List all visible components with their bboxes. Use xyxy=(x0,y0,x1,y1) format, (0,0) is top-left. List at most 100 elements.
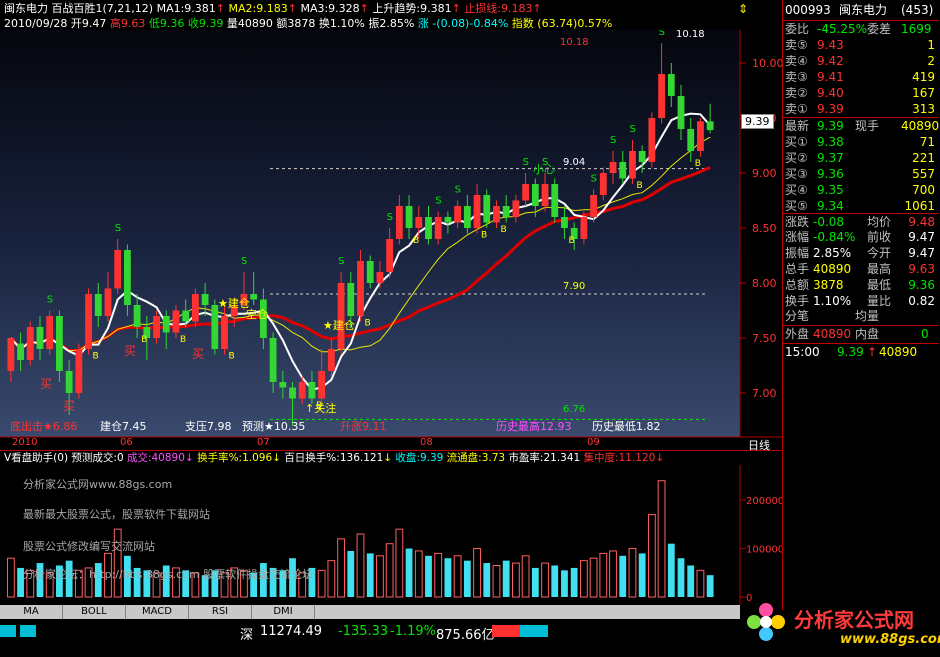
tab-boll[interactable]: BOLL xyxy=(63,605,126,619)
candle-body xyxy=(36,327,44,349)
stat-label: 量比 xyxy=(867,294,892,308)
price-tick-label: 9.00 xyxy=(752,167,777,180)
buy-signal-mark: B xyxy=(141,335,147,345)
candle-body xyxy=(580,217,588,239)
ask-label: 卖① xyxy=(785,102,808,116)
stat-label: 最低 xyxy=(867,278,892,292)
ask-label: 卖③ xyxy=(785,70,808,84)
sell-signal-mark: S xyxy=(387,212,393,223)
candle-body xyxy=(395,206,403,239)
bid-row[interactable]: 买④ 9.35 700 xyxy=(783,182,939,198)
ask-price: 9.39 xyxy=(817,102,844,116)
tab-dmi[interactable]: DMI xyxy=(252,605,315,619)
side-weibi-row: 委比 -45.25% 委差 1699 xyxy=(783,20,939,37)
index-pct-status: -1.19% xyxy=(390,624,436,639)
status-bar-meter xyxy=(492,625,548,637)
bell-icon[interactable]: ⇕ xyxy=(738,2,748,16)
price-chart[interactable]: 10.009.509.008.508.007.507.00 SSSSSSSSSS… xyxy=(0,30,782,467)
candle-body xyxy=(434,217,442,239)
ask-row[interactable]: 卖③ 9.41 419 xyxy=(783,69,939,85)
buy-signal-mark: B xyxy=(365,319,371,329)
time-label: 08 xyxy=(420,437,433,448)
bid-row[interactable]: 买② 9.37 221 xyxy=(783,150,939,166)
candle-body xyxy=(318,371,326,399)
vol-tick-label: 200000 xyxy=(746,496,782,507)
candle-body xyxy=(619,162,627,179)
market-label: 深 xyxy=(240,628,254,643)
bid-row[interactable]: 买① 9.38 71 xyxy=(783,134,939,150)
sell-signal-mark: S xyxy=(241,256,247,267)
high-value: 高9.63 xyxy=(109,17,146,30)
vol-tick-label: 100000 xyxy=(746,545,782,556)
ask-price: 9.41 xyxy=(817,70,844,84)
volume-bar xyxy=(483,563,491,597)
stat-label: 涨幅 xyxy=(785,230,810,244)
lishi-high-info: 历史最高12.93 xyxy=(496,420,572,433)
latest-value: 9.39 xyxy=(817,119,844,133)
candle-body xyxy=(366,261,374,283)
high-label-left: 10.18 xyxy=(560,37,589,48)
weicha-value: 1699 xyxy=(901,22,932,36)
stat-value: 9.47 xyxy=(908,230,935,244)
stat-label: 前收 xyxy=(867,230,892,244)
candle-body xyxy=(599,173,607,195)
price-tick-label: 10.00 xyxy=(752,57,782,70)
ask-label: 卖② xyxy=(785,86,808,100)
ask-vol: 167 xyxy=(912,86,935,100)
volume-bar xyxy=(425,555,432,597)
amount-value: 额3878 xyxy=(276,17,316,30)
candle-body xyxy=(357,261,364,316)
stat-label: 换手 xyxy=(785,294,810,308)
candle-body xyxy=(347,283,355,316)
candle-body xyxy=(279,382,287,388)
weibi-label: 委比 xyxy=(785,22,810,36)
buy-signal-mark: B xyxy=(413,236,419,246)
stats-row: 涨跌 -0.08 均价 9.48 xyxy=(783,213,939,230)
watermark-line: 最新最大股票公式，股票软件下载网站 xyxy=(23,508,210,521)
side-count: (453) xyxy=(901,3,934,17)
candle-body xyxy=(337,283,345,349)
ask-row[interactable]: 卖① 9.39 313 xyxy=(783,101,939,117)
fenbi-label[interactable]: 分笔 xyxy=(785,308,809,324)
volume-bar xyxy=(502,560,510,597)
neipan-label: 内盘 xyxy=(855,327,880,341)
buy-mark-1: 买 xyxy=(40,377,53,391)
stock-name: 闽东电力 xyxy=(4,2,48,15)
candle-body xyxy=(308,382,316,399)
stat-label: 总额 xyxy=(785,278,810,292)
bid-price: 9.35 xyxy=(817,183,844,197)
candle-body xyxy=(493,206,500,223)
candle-body xyxy=(502,206,510,217)
candle-body xyxy=(531,184,539,206)
stat-value: 9.36 xyxy=(908,278,935,292)
level-6-76: 6.76 xyxy=(563,404,586,415)
ask-row[interactable]: 卖④ 9.42 2 xyxy=(783,53,939,69)
stats-row: 振幅 2.85% 今开 9.47 xyxy=(783,245,939,261)
period-label[interactable]: 日线 xyxy=(748,437,770,453)
candle-body xyxy=(153,316,160,338)
tab-macd[interactable]: MACD xyxy=(126,605,189,619)
bid-row[interactable]: 买⑤ 9.34 1061 xyxy=(783,198,939,214)
stat-value: 9.47 xyxy=(908,246,935,260)
candle-body xyxy=(648,118,656,162)
buy-signal-mark: B xyxy=(695,159,701,169)
stat-label: 均价 xyxy=(867,215,892,229)
ask-row[interactable]: 卖② 9.40 167 xyxy=(783,85,939,101)
tick-arrow-icon: ↑ xyxy=(867,345,878,359)
level-9-04: 9.04 xyxy=(563,157,586,168)
high-label-right: 10.18 xyxy=(676,29,705,40)
stat-value: 9.48 xyxy=(908,215,935,229)
bid-row[interactable]: 买③ 9.36 557 xyxy=(783,166,939,182)
buy-signal-mark: B xyxy=(229,352,235,362)
ask-row[interactable]: 卖⑤ 9.43 1 xyxy=(783,37,939,53)
tab-ma[interactable]: MA xyxy=(0,605,63,619)
candle-body xyxy=(75,349,83,393)
candle-body xyxy=(677,96,685,129)
candle-body xyxy=(687,129,695,151)
tab-rsi[interactable]: RSI xyxy=(189,605,252,619)
buy-signal-mark: B xyxy=(93,352,99,362)
ask-label: 卖④ xyxy=(785,54,808,68)
quote-header: 2010/09/28 开9.47 高9.63 低9.36 收9.39 量4089… xyxy=(4,17,612,31)
candle-body xyxy=(172,310,180,333)
candle-body xyxy=(697,121,704,151)
